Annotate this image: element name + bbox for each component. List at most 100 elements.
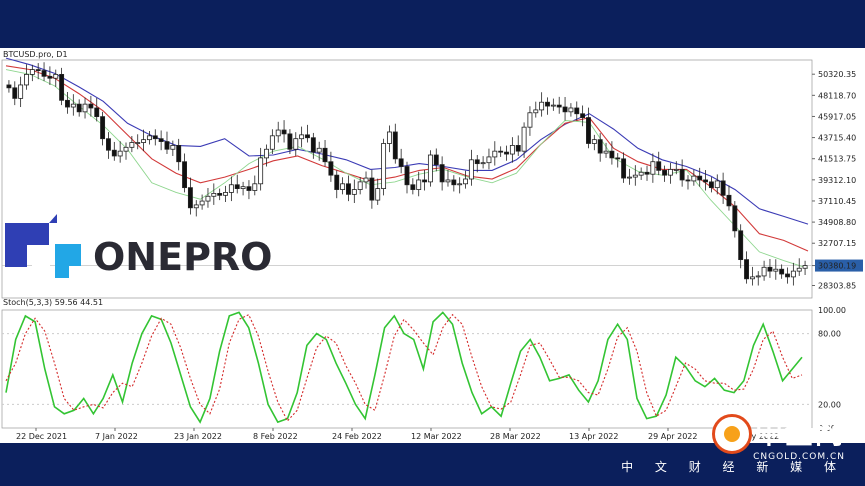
- candle-body: [738, 230, 744, 261]
- candle-body: [732, 205, 738, 232]
- candle: [182, 153, 187, 193]
- candle: [790, 262, 796, 286]
- candle-body: [638, 171, 644, 176]
- candle: [29, 64, 35, 82]
- candle: [632, 165, 638, 186]
- candle-body: [509, 145, 515, 155]
- time-tick-label: 23 Jan 2022: [174, 432, 222, 441]
- candle-body: [264, 148, 269, 159]
- candle-body: [363, 177, 369, 183]
- candle-body: [375, 188, 381, 201]
- candle-body: [574, 107, 580, 115]
- logo-gap: [32, 250, 50, 268]
- candle-body: [164, 141, 170, 150]
- candle-body: [152, 135, 158, 140]
- time-tick-label: 29 Apr 2022: [648, 432, 697, 441]
- candle-body: [111, 149, 117, 157]
- candle: [369, 169, 375, 209]
- candle-body: [662, 169, 668, 176]
- candle: [24, 64, 29, 90]
- watermark-subtitle: 中 文 财 经 新 媒 体: [621, 460, 845, 474]
- candle: [41, 62, 47, 82]
- candle: [685, 175, 691, 190]
- candle: [53, 69, 59, 87]
- candle: [158, 130, 164, 151]
- candle: [755, 271, 761, 286]
- candle-body: [451, 179, 457, 186]
- candle-body: [310, 137, 316, 153]
- candle-body: [299, 134, 305, 140]
- candle-body: [486, 156, 492, 164]
- price-tick-label: 48118.70: [818, 91, 856, 100]
- candle: [574, 101, 580, 121]
- candle-body: [141, 139, 147, 143]
- candle: [381, 138, 387, 196]
- candle: [644, 165, 650, 181]
- candle-body: [463, 178, 468, 185]
- candle-body: [439, 164, 445, 183]
- candle-body: [346, 183, 351, 195]
- price-tick-label: 34908.80: [818, 218, 856, 227]
- candle: [351, 179, 357, 203]
- candle-body: [293, 138, 299, 150]
- candle-body: [726, 194, 732, 207]
- candle-body: [316, 147, 322, 153]
- candle-body: [779, 268, 785, 275]
- candle: [82, 97, 88, 119]
- candle: [802, 260, 808, 275]
- candle: [398, 148, 404, 174]
- candle-body: [340, 183, 346, 190]
- candle: [427, 150, 433, 187]
- stoch-tick-label: 20.00: [818, 400, 841, 409]
- candle: [796, 258, 802, 276]
- candle: [732, 201, 738, 238]
- price-tick-label: 45917.05: [818, 112, 856, 121]
- candle: [111, 141, 117, 161]
- price-tick-label: 30380.19: [818, 262, 856, 271]
- candle-body: [47, 75, 53, 79]
- candle-body: [82, 103, 88, 113]
- candle-body: [603, 150, 609, 154]
- price-tick-label: 41513.75: [818, 155, 856, 164]
- time-tick-label: 22 Dec 2021: [16, 432, 67, 441]
- candle-body: [691, 175, 697, 182]
- candle-body: [568, 107, 574, 113]
- chart-symbol-label: BTCUSD.pro, D1: [3, 50, 68, 59]
- candle: [416, 171, 422, 197]
- candle-body: [644, 171, 650, 175]
- candle: [404, 161, 410, 194]
- candle: [597, 133, 603, 162]
- candle-body: [550, 104, 556, 107]
- candle-body: [586, 117, 591, 144]
- candle: [187, 177, 193, 215]
- candle-body: [404, 166, 410, 186]
- candle-body: [504, 151, 509, 155]
- candle: [392, 123, 398, 164]
- candle-body: [65, 99, 70, 108]
- candle: [386, 125, 392, 153]
- candle: [410, 178, 416, 195]
- candle: [615, 153, 621, 168]
- candle: [269, 129, 275, 155]
- time-tick-label: 7 Jan 2022: [95, 432, 138, 441]
- stoch-tick-label: 80.00: [818, 330, 841, 339]
- candle-body: [445, 179, 451, 183]
- candle-body: [129, 142, 135, 148]
- watermark-brand: 中金网 CNGOLD.COM.CN: [753, 412, 845, 462]
- candle: [720, 172, 726, 204]
- candle: [240, 181, 246, 196]
- candle-body: [135, 142, 141, 144]
- candle: [726, 185, 732, 211]
- candle-body: [41, 70, 47, 77]
- candle: [492, 141, 498, 166]
- candle-body: [59, 73, 65, 101]
- candle: [498, 146, 504, 157]
- candle-body: [246, 186, 252, 191]
- candle-body: [269, 135, 275, 150]
- candle-body: [381, 143, 387, 189]
- candle: [539, 92, 545, 117]
- logo-block-left: [5, 245, 27, 267]
- onepro-logo: ONEPRO: [5, 214, 272, 279]
- candle-body: [785, 273, 790, 278]
- candle: [305, 124, 310, 143]
